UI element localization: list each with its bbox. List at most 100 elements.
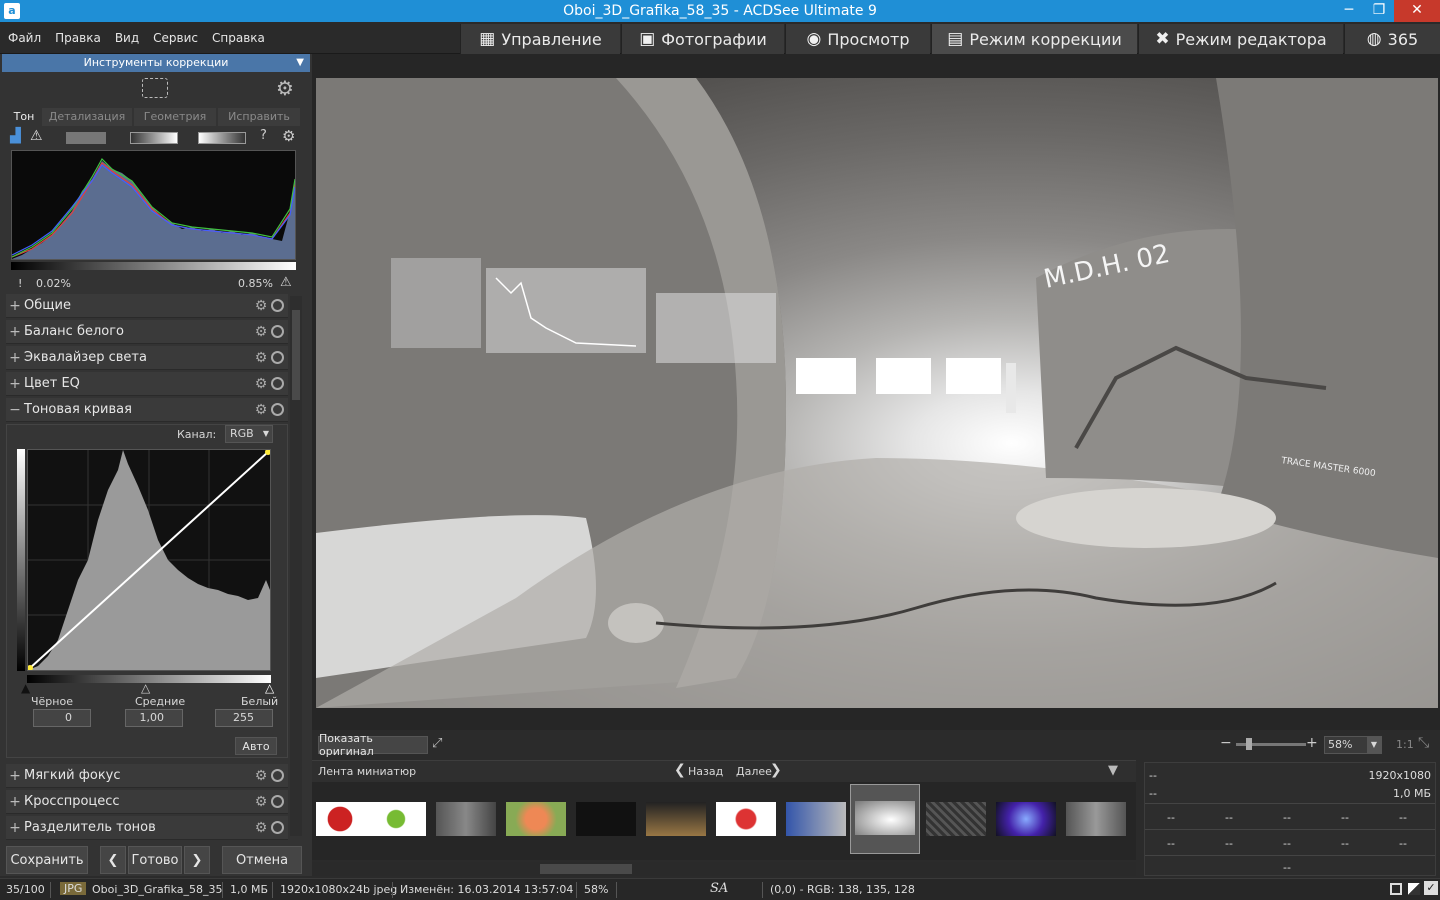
collapse-filmstrip-icon[interactable]: ▼	[1108, 763, 1118, 778]
expand-icon[interactable]: +	[6, 768, 24, 784]
reset-icon[interactable]	[271, 403, 284, 416]
section-tone-curve[interactable]: − Тоновая кривая ⚙	[6, 398, 288, 422]
gear-icon[interactable]: ⚙	[251, 794, 271, 810]
white-input[interactable]: 255	[215, 709, 273, 727]
reset-icon[interactable]	[271, 377, 284, 390]
save-button[interactable]: Сохранить	[6, 846, 88, 874]
channel-select[interactable]: RGB ▼	[225, 425, 273, 443]
expand-icon[interactable]: +	[6, 350, 24, 366]
next-arrow-icon[interactable]: ❯	[770, 762, 782, 778]
menu-help[interactable]: Справка	[212, 31, 265, 45]
thumbnail[interactable]	[786, 802, 846, 836]
thumbnail-selected[interactable]	[850, 784, 920, 854]
thumbnail[interactable]	[646, 802, 706, 836]
panel-header[interactable]: Инструменты коррекции ▼	[2, 54, 310, 72]
fit-icon[interactable]: ⤡	[1418, 735, 1429, 751]
gear-icon[interactable]: ⚙	[251, 768, 271, 784]
thumbnail[interactable]	[926, 802, 986, 836]
expand-icon[interactable]: +	[6, 820, 24, 836]
cancel-button[interactable]: Отмена	[222, 846, 302, 874]
gradient-high-icon[interactable]	[198, 132, 246, 144]
fullscreen-icon[interactable]: ⤢	[432, 736, 442, 751]
section-color-eq[interactable]: + Цвет EQ ⚙	[6, 372, 288, 396]
warning-icon[interactable]: ⚠	[30, 128, 43, 144]
expand-icon[interactable]: +	[6, 324, 24, 340]
gear-icon[interactable]: ⚙	[251, 324, 271, 340]
tab-photos[interactable]: ▣ Фотографии	[621, 24, 784, 54]
crop-face-icon[interactable]	[142, 78, 168, 98]
gear-icon[interactable]: ⚙	[251, 402, 271, 418]
section-general[interactable]: + Общие ⚙	[6, 294, 288, 318]
contrast-icon[interactable]	[1408, 883, 1420, 895]
gear-icon[interactable]: ⚙	[251, 376, 271, 392]
filmstrip-scrollbar[interactable]	[312, 862, 1136, 876]
expand-icon[interactable]: +	[6, 794, 24, 810]
curve-graph[interactable]	[27, 449, 271, 671]
tab-tone[interactable]: Тон	[8, 108, 40, 126]
histogram-settings-icon[interactable]: ⚙	[282, 127, 295, 145]
maximize-button[interactable]: ❐	[1364, 0, 1394, 22]
thumbnail[interactable]	[506, 802, 566, 836]
tab-geometry[interactable]: Геометрия	[134, 108, 216, 126]
section-split-tone[interactable]: + Разделитель тонов ⚙	[6, 816, 288, 840]
close-button[interactable]: ✕	[1394, 0, 1440, 22]
photo[interactable]: M.D.H. 02 TRACE MASTER 6000	[316, 78, 1438, 708]
menu-edit[interactable]: Правка	[55, 31, 101, 45]
mid-point-handle[interactable]: △	[141, 681, 150, 695]
tab-detail[interactable]: Детализация	[42, 108, 132, 126]
help-icon[interactable]: ?	[260, 128, 267, 143]
thumbnail[interactable]	[1066, 802, 1126, 836]
minimize-button[interactable]: ─	[1334, 0, 1364, 22]
reset-icon[interactable]	[271, 795, 284, 808]
settings-gear-icon[interactable]: ⚙	[276, 76, 294, 100]
menu-tools[interactable]: Сервис	[153, 31, 198, 45]
white-point-handle[interactable]: △	[265, 681, 274, 695]
next-button[interactable]: Далее	[736, 765, 772, 778]
reset-icon[interactable]	[271, 325, 284, 338]
auto-button[interactable]: Авто	[235, 737, 277, 755]
thumbnail[interactable]	[576, 802, 636, 836]
tab-develop[interactable]: ▤ Режим коррекции	[931, 24, 1137, 54]
view-square-icon[interactable]	[1390, 883, 1402, 895]
tab-edit[interactable]: ✖ Режим редактора	[1138, 24, 1343, 54]
black-point-handle[interactable]: ▲	[21, 681, 30, 695]
back-button[interactable]: Назад	[688, 765, 723, 778]
show-original-button[interactable]: Показать оригинал	[318, 732, 428, 758]
collapse-icon[interactable]: −	[6, 402, 24, 418]
thumbnail[interactable]	[716, 802, 776, 836]
section-light-eq[interactable]: + Эквалайзер света ⚙	[6, 346, 288, 370]
thumbnail[interactable]	[366, 802, 426, 836]
gear-icon[interactable]: ⚙	[251, 350, 271, 366]
clip-low-icon[interactable]: !	[18, 277, 22, 290]
next-arrow-icon[interactable]: ❯	[184, 846, 210, 874]
actual-size-label[interactable]: 1:1	[1396, 738, 1414, 751]
prev-arrow-icon[interactable]: ❮	[100, 846, 126, 874]
scrollbar-thumb[interactable]	[292, 310, 300, 400]
zoom-select[interactable]: 58% ▼	[1324, 736, 1382, 754]
reset-icon[interactable]	[271, 299, 284, 312]
clip-high-icon[interactable]: ⚠	[280, 275, 292, 290]
filmstrip-scrollbar-thumb[interactable]	[540, 864, 632, 874]
done-button[interactable]: Готово	[128, 846, 182, 874]
gear-icon[interactable]: ⚙	[251, 820, 271, 836]
thumbnail[interactable]	[436, 802, 496, 836]
reset-icon[interactable]	[271, 821, 284, 834]
menu-view[interactable]: Вид	[115, 31, 139, 45]
gradient-low-icon[interactable]	[130, 132, 178, 144]
menu-file[interactable]: Файл	[8, 31, 41, 45]
tab-repair[interactable]: Исправить	[218, 108, 300, 126]
checkmark-icon[interactable]: ✓	[1424, 881, 1438, 895]
mid-input[interactable]: 1,00	[125, 709, 183, 727]
reset-icon[interactable]	[271, 769, 284, 782]
panel-scrollbar[interactable]	[290, 296, 302, 836]
tab-view[interactable]: ◉ Просмотр	[785, 24, 930, 54]
section-white-balance[interactable]: + Баланс белого ⚙	[6, 320, 288, 344]
section-soft-focus[interactable]: + Мягкий фокус ⚙	[6, 764, 288, 788]
gear-icon[interactable]: ⚙	[251, 298, 271, 314]
panel-dropdown-icon[interactable]: ▼	[296, 54, 304, 72]
zoom-out-icon[interactable]: −	[1220, 735, 1232, 751]
section-cross-process[interactable]: + Кросспроцесс ⚙	[6, 790, 288, 814]
thumbnail[interactable]	[996, 802, 1056, 836]
black-input[interactable]: 0	[33, 709, 91, 727]
expand-icon[interactable]: +	[6, 298, 24, 314]
